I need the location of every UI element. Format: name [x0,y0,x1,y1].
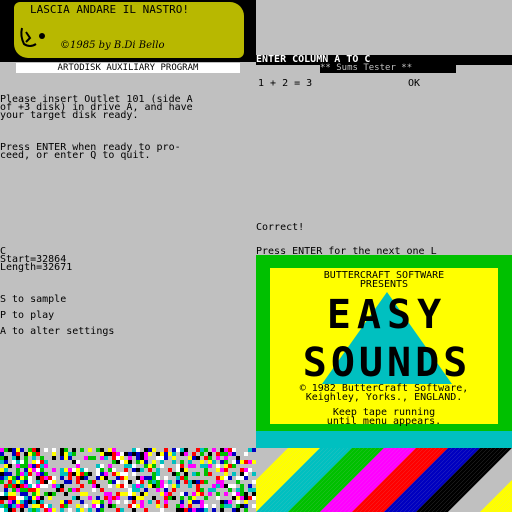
game-title-word-2: SOUNDS [303,340,472,384]
sums-tester-title: ** Sums Tester ** [320,64,456,73]
menu-sample[interactable]: S to sample [0,295,66,305]
correct-message: Correct! [256,222,305,233]
game-title-word-1: EASY [327,292,447,338]
keep-tape-message: Keep tape running until menu appears. [326,407,442,427]
banner-title: LASCIA ANDARE IL NASTRO! [30,3,189,16]
game-title-logo: EASY SOUNDS [303,292,472,384]
length-value: Length=32671 [0,262,73,273]
copyright-notice: © 1982 ButterCraft Software, Keighley, Y… [299,383,469,403]
menu-settings[interactable]: A to alter settings [0,327,114,337]
insert-disk-message: Please insert Outlet 101 (side A of +3 d… [0,94,193,121]
screen-garbage-left [0,448,256,512]
sum-equation: 1 + 2 = 3 [258,78,313,89]
enter-proceed-message: Press ENTER when ready to pro- ceed, or … [0,142,181,161]
scroll-emblem-icon [20,27,45,47]
menu-play[interactable]: P to play [0,311,54,321]
banner-credit: ©1985 by B.Di Bello [60,40,165,51]
screen-garbage-right [256,448,512,512]
ok-label: OK [408,78,421,89]
banner-subtitle: ARTODISK AUXILIARY PROGRAM [16,63,240,73]
